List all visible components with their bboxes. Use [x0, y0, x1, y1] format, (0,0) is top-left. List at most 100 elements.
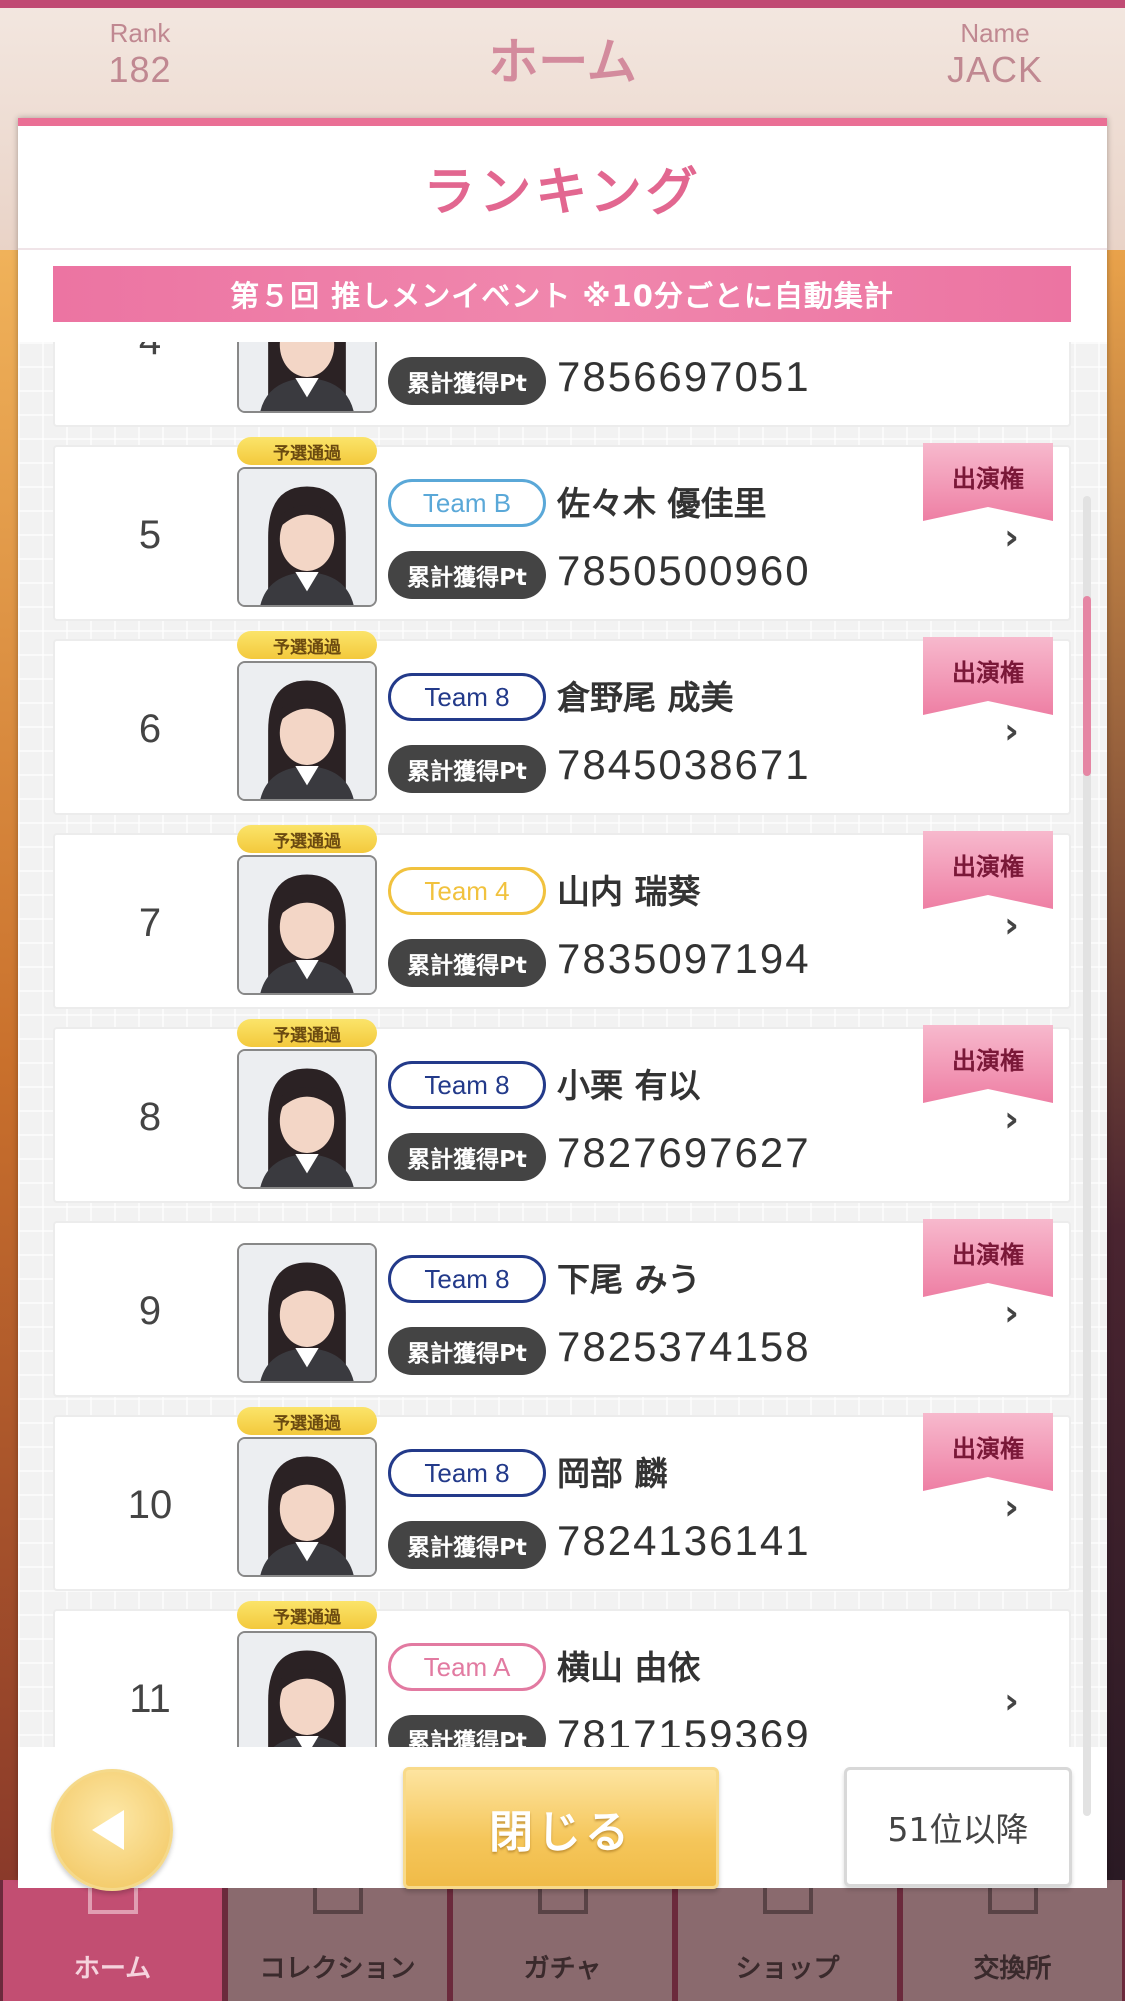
rank-number: 6	[138, 706, 162, 751]
nav-gacha[interactable]: ガチャ	[453, 1880, 672, 2001]
qualified-badge: 予選通過	[237, 631, 377, 659]
close-button[interactable]: 閉じる	[403, 1767, 719, 1889]
chevron-right-icon[interactable]: ›	[1004, 517, 1019, 558]
member-name: 倉野尾 成美	[557, 678, 734, 717]
name-label: Name	[960, 18, 1030, 48]
ranking-list-inner: 4累計獲得Pt78566970515予選通過Team B佐々木 優佳里累計獲得P…	[53, 342, 1071, 1747]
ranking-row[interactable]: 7 予選通過 Team 4 山内 瑞葵 累計獲得Pt 7835097194 出演権 ›	[53, 825, 1071, 1009]
points-value: 7825374158	[557, 1323, 811, 1370]
member-photo	[237, 855, 377, 995]
chevron-right-icon[interactable]: ›	[1004, 905, 1019, 946]
points-label: 累計獲得Pt	[388, 551, 546, 599]
qualified-badge: 予選通過	[237, 1601, 377, 1629]
ranking-row[interactable]: 11 予選通過 Team A 横山 由依 累計獲得Pt 7817159369 ›	[53, 1601, 1071, 1747]
performance-rights-ribbon: 出演権	[923, 443, 1053, 521]
member-name: 横山 由依	[557, 1648, 701, 1687]
ranking-list[interactable]: 4累計獲得Pt78566970515予選通過Team B佐々木 優佳里累計獲得P…	[18, 342, 1107, 1747]
rank-51-and-below-button[interactable]: 51位以降	[844, 1767, 1072, 1887]
nav-label: コレクション	[259, 1954, 416, 1984]
nav-label: 交換所	[973, 1954, 1052, 1984]
ranking-row[interactable]: 9 Team 8 下尾 みう 累計獲得Pt 7825374158 出演権 ›	[53, 1219, 1071, 1397]
points-label: 累計獲得Pt	[388, 1521, 546, 1569]
points-value: 7824136141	[557, 1517, 811, 1564]
chevron-right-icon[interactable]: ›	[1004, 1681, 1019, 1722]
modal-header: ランキング	[18, 126, 1107, 250]
points-label: 累計獲得Pt	[388, 1327, 546, 1375]
nav-label: ホーム	[73, 1954, 152, 1984]
member-photo	[237, 661, 377, 801]
team-badge: Team 8	[388, 1449, 546, 1497]
scroll-thumb[interactable]	[1083, 596, 1091, 776]
nav-home[interactable]: ホーム	[3, 1880, 222, 2001]
rank-number: 7	[138, 900, 162, 945]
chevron-right-icon[interactable]: ›	[1004, 1099, 1019, 1140]
member-photo	[237, 1049, 377, 1189]
ranking-row[interactable]: 8 予選通過 Team 8 小栗 有以 累計獲得Pt 7827697627 出演権 ›	[53, 1019, 1071, 1203]
event-banner: 第５回 推しメンイベント ※10分ごとに自動集計	[53, 266, 1071, 322]
rank-number: 4	[95, 342, 205, 429]
qualified-badge: 予選通過	[237, 437, 377, 465]
top-accent-bar	[0, 0, 1125, 8]
qualified-badge: 予選通過	[237, 1019, 377, 1047]
ranking-row[interactable]: 6 予選通過 Team 8 倉野尾 成美 累計獲得Pt 7845038671 出演権 ›	[53, 631, 1071, 815]
back-button[interactable]	[51, 1769, 173, 1891]
member-name: 小栗 有以	[557, 1066, 701, 1105]
points-value: 7835097194	[557, 935, 811, 982]
member-photo	[237, 1243, 377, 1383]
points-label: 累計獲得Pt	[388, 745, 546, 793]
ranking-row[interactable]: 10 予選通過 Team 8 岡部 麟累計獲得Pt 7824136141 出演権 ›	[53, 1407, 1071, 1591]
team-badge: Team 8	[388, 673, 546, 721]
team-badge: Team B	[388, 479, 546, 527]
portrait-image	[239, 342, 375, 411]
portrait-image	[239, 1245, 375, 1381]
modal-title: ランキング	[423, 162, 702, 223]
member-name: 佐々木 優佳里	[557, 484, 767, 523]
rank-number: 10	[127, 1482, 173, 1527]
points-value: 7850500960	[557, 547, 811, 594]
points-value: 7845038671	[557, 741, 811, 788]
bottom-navigation: ホーム コレクション ガチャ ショップ 交換所	[0, 1880, 1125, 2001]
member-name: 山内 瑞葵	[557, 872, 701, 911]
member-photo	[237, 342, 377, 413]
back-arrow-icon	[92, 1810, 124, 1850]
nav-exchange[interactable]: 交換所	[903, 1880, 1122, 2001]
nav-shop[interactable]: ショップ	[678, 1880, 897, 2001]
performance-rights-ribbon: 出演権	[923, 637, 1053, 715]
player-name: Name JACK	[925, 18, 1065, 91]
team-badge: Team 4	[388, 867, 546, 915]
chevron-right-icon[interactable]: ›	[1004, 1293, 1019, 1334]
portrait-image	[239, 1051, 375, 1187]
nav-label: ガチャ	[523, 1954, 602, 1984]
points-label: 累計獲得Pt	[388, 357, 546, 405]
performance-rights-ribbon: 出演権	[923, 1025, 1053, 1103]
member-name: 下尾 みう	[557, 1260, 701, 1299]
portrait-image	[239, 1439, 375, 1575]
ranking-row[interactable]: 4 累計獲得Pt7856697051	[53, 342, 1071, 427]
member-photo	[237, 1631, 377, 1747]
points-label: 累計獲得Pt	[388, 939, 546, 987]
points-label: 累計獲得Pt	[388, 1133, 546, 1181]
chevron-right-icon[interactable]: ›	[1004, 711, 1019, 752]
member-name: 岡部 麟	[557, 1454, 668, 1493]
portrait-image	[239, 663, 375, 799]
member-photo	[237, 1437, 377, 1577]
ranking-scrollbar[interactable]	[1083, 496, 1091, 1816]
portrait-image	[239, 857, 375, 993]
ranking-row[interactable]: 5 予選通過 Team B 佐々木 優佳里 累計獲得Pt 7850500960 出演権 ›	[53, 437, 1071, 621]
team-badge: Team 8	[388, 1061, 546, 1109]
points-value: 7817159369	[557, 1711, 811, 1747]
points-value: 7827697627	[557, 1129, 811, 1176]
modal-footer: 閉じる 51位以降	[18, 1747, 1107, 1891]
portrait-image	[239, 1633, 375, 1747]
member-photo	[237, 467, 377, 607]
points-value: 7856697051	[557, 353, 811, 400]
ranking-modal: ランキング 第５回 推しメンイベント ※10分ごとに自動集計 4累計獲得Pt78…	[18, 118, 1107, 1891]
chevron-right-icon[interactable]: ›	[1004, 1487, 1019, 1528]
nav-collection[interactable]: コレクション	[228, 1880, 447, 2001]
qualified-badge: 予選通過	[237, 1407, 377, 1435]
performance-rights-ribbon: 出演権	[923, 1413, 1053, 1491]
performance-rights-ribbon: 出演権	[923, 831, 1053, 909]
rank-number: 5	[138, 512, 162, 557]
rank-number: 9	[138, 1288, 162, 1333]
points-label: 累計獲得Pt	[388, 1715, 546, 1747]
